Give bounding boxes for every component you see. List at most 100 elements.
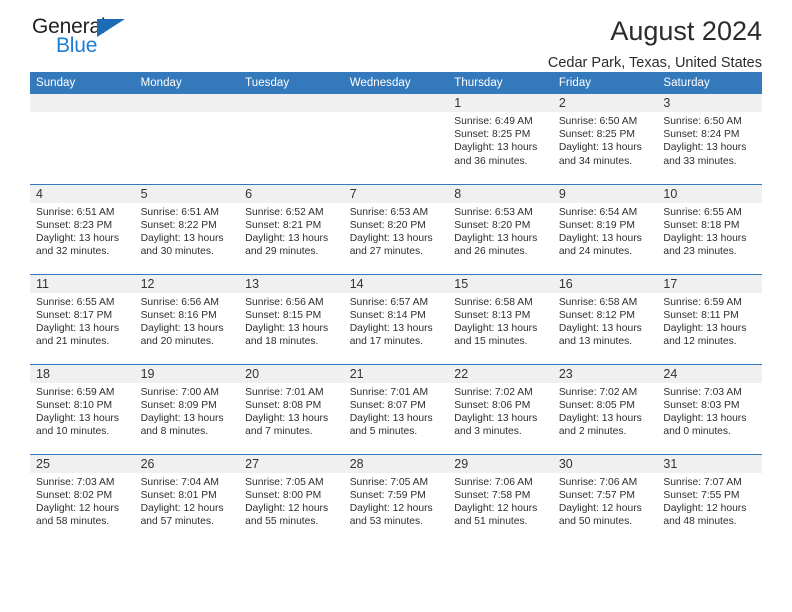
daylight-text-line2: and 7 minutes. <box>245 426 313 438</box>
calendar-day-cell[interactable]: 10 Sunrise: 6:55 AM Sunset: 8:18 PM Dayligh… <box>657 183 762 274</box>
sunset-text: Sunset: 8:05 PM <box>558 399 635 411</box>
generalblue-logo[interactable]: General Blue <box>30 14 140 60</box>
day-number-band: 23 <box>552 364 658 383</box>
daylight-text-line2: and 53 minutes. <box>349 516 423 528</box>
day-number: 3 <box>663 96 671 110</box>
day-cell-body: Sunrise: 6:56 AM Sunset: 8:16 PM Daylight:… <box>135 293 240 349</box>
daylight-text-line2: and 24 minutes. <box>558 246 633 258</box>
calendar-day-cell[interactable]: 22 Sunrise: 7:02 AM Sunset: 8:06 PM Dayligh… <box>448 363 553 454</box>
sunset-text: Sunset: 8:13 PM <box>454 309 531 321</box>
logo-triangle-icon <box>97 19 125 37</box>
calendar-day-cell[interactable]: 5 Sunrise: 6:51 AM Sunset: 8:22 PM Daylight… <box>134 183 240 274</box>
calendar-day-cell[interactable]: 17 Sunrise: 6:59 AM Sunset: 8:11 PM Dayligh… <box>657 273 762 364</box>
sunset-text: Sunset: 8:24 PM <box>663 129 740 141</box>
calendar-week-row: 1 Sunrise: 6:49 AM Sunset: 8:25 PM Daylight… <box>30 94 762 184</box>
sunrise-text: Sunrise: 6:52 AM <box>245 206 324 218</box>
sunrise-text: Sunrise: 6:53 AM <box>349 206 429 218</box>
day-number-band: 26 <box>134 454 240 473</box>
daylight-text-line1: Daylight: 13 hours <box>558 322 642 334</box>
day-number-band: 14 <box>343 274 449 293</box>
page-header: General Blue August 2024 Cedar Park, Tex… <box>30 0 762 72</box>
daylight-text-line2: and 18 minutes. <box>245 336 319 348</box>
calendar-day-cell[interactable]: 6 Sunrise: 6:52 AM Sunset: 8:21 PM Daylight… <box>239 183 344 274</box>
daylight-text-line1: Daylight: 13 hours <box>245 412 329 424</box>
calendar-day-cell[interactable]: 20 Sunrise: 7:01 AM Sunset: 8:08 PM Dayligh… <box>239 363 344 454</box>
day-number-band: 21 <box>343 364 449 383</box>
day-number-band: 3 <box>657 94 762 112</box>
day-number-band: 31 <box>657 454 762 473</box>
sunrise-text: Sunrise: 7:02 AM <box>558 386 638 398</box>
day-number <box>30 94 135 96</box>
day-number-band: 6 <box>239 184 344 203</box>
calendar-day-cell[interactable]: 2 Sunrise: 6:50 AM Sunset: 8:25 PM Daylight… <box>552 94 658 184</box>
sunset-text: Sunset: 7:59 PM <box>349 489 426 501</box>
daylight-text-line1: Daylight: 13 hours <box>454 232 538 244</box>
calendar-day-cell[interactable]: 23 Sunrise: 7:02 AM Sunset: 8:05 PM Dayligh… <box>552 363 658 454</box>
logo-text-blue: Blue <box>56 34 98 57</box>
calendar-day-cell[interactable]: 12 Sunrise: 6:56 AM Sunset: 8:16 PM Dayligh… <box>134 273 240 364</box>
calendar-day-cell[interactable]: 14 Sunrise: 6:57 AM Sunset: 8:14 PM Dayligh… <box>343 273 449 364</box>
calendar-day-cell[interactable]: 11 Sunrise: 6:55 AM Sunset: 8:17 PM Dayligh… <box>30 273 135 364</box>
daylight-text-line1: Daylight: 12 hours <box>140 502 224 514</box>
calendar-week-row: 4 Sunrise: 6:51 AM Sunset: 8:23 PM Daylight… <box>30 183 762 274</box>
daylight-text-line2: and 29 minutes. <box>245 246 319 258</box>
sunset-text: Sunset: 8:02 PM <box>36 489 113 501</box>
day-cell-body: Sunrise: 6:50 AM Sunset: 8:24 PM Daylight:… <box>657 112 762 168</box>
calendar-page: General Blue August 2024 Cedar Park, Tex… <box>0 0 792 612</box>
sunrise-text: Sunrise: 6:51 AM <box>36 206 115 218</box>
daylight-text-line2: and 34 minutes. <box>558 155 633 167</box>
sunset-text: Sunset: 8:20 PM <box>454 219 531 231</box>
day-number: 4 <box>36 186 43 201</box>
calendar-day-cell[interactable]: 4 Sunrise: 6:51 AM Sunset: 8:23 PM Daylight… <box>30 183 135 274</box>
calendar-day-cell[interactable]: 19 Sunrise: 7:00 AM Sunset: 8:09 PM Dayligh… <box>134 363 240 454</box>
sunrise-text: Sunrise: 6:50 AM <box>558 116 638 127</box>
title-block: August 2024 Cedar Park, Texas, United St… <box>548 14 762 72</box>
calendar-day-cell[interactable]: 18 Sunrise: 6:59 AM Sunset: 8:10 PM Dayligh… <box>30 363 135 454</box>
daylight-text-line1: Daylight: 13 hours <box>663 232 747 244</box>
sunset-text: Sunset: 7:58 PM <box>454 489 531 501</box>
sunset-text: Sunset: 8:03 PM <box>663 399 740 411</box>
daylight-text-line1: Daylight: 13 hours <box>558 232 642 244</box>
day-number: 29 <box>454 456 469 471</box>
calendar-week-row: 11 Sunrise: 6:55 AM Sunset: 8:17 PM Dayligh… <box>30 273 762 364</box>
calendar-day-cell[interactable]: 29 Sunrise: 7:06 AM Sunset: 7:58 PM Dayligh… <box>448 453 553 544</box>
calendar-day-cell[interactable]: 13 Sunrise: 6:56 AM Sunset: 8:15 PM Dayligh… <box>239 273 344 364</box>
day-cell-body: Sunrise: 7:07 AM Sunset: 7:55 PM Daylight:… <box>657 473 762 529</box>
sunset-text: Sunset: 8:23 PM <box>36 219 113 231</box>
day-cell-body: Sunrise: 6:57 AM Sunset: 8:14 PM Daylight:… <box>344 293 449 349</box>
sunrise-text: Sunrise: 6:55 AM <box>663 206 742 218</box>
calendar-day-cell[interactable]: 15 Sunrise: 6:58 AM Sunset: 8:13 PM Dayligh… <box>448 273 553 364</box>
calendar-day-cell[interactable]: 21 Sunrise: 7:01 AM Sunset: 8:07 PM Dayligh… <box>343 363 449 454</box>
calendar-day-cell[interactable]: 26 Sunrise: 7:04 AM Sunset: 8:01 PM Dayligh… <box>134 453 240 544</box>
calendar-week-row: 18 Sunrise: 6:59 AM Sunset: 8:10 PM Dayligh… <box>30 363 762 454</box>
sunset-text: Sunset: 8:14 PM <box>349 309 426 321</box>
calendar-day-cell[interactable]: 31 Sunrise: 7:07 AM Sunset: 7:55 PM Dayligh… <box>657 453 762 544</box>
daylight-text-line1: Daylight: 12 hours <box>36 502 119 514</box>
daylight-text-line2: and 20 minutes. <box>140 336 214 348</box>
daylight-text-line2: and 55 minutes. <box>245 516 319 528</box>
calendar-header-row: Sunday Monday Tuesday Wednesday Thursday… <box>30 72 762 94</box>
calendar-day-cell[interactable]: 8 Sunrise: 6:53 AM Sunset: 8:20 PM Daylight… <box>448 183 553 274</box>
day-number: 11 <box>36 276 49 291</box>
day-number-band <box>134 94 240 112</box>
day-number-band: 17 <box>657 274 762 293</box>
calendar-day-cell[interactable]: 27 Sunrise: 7:05 AM Sunset: 8:00 PM Dayligh… <box>239 453 344 544</box>
day-number: 23 <box>558 366 573 381</box>
calendar-day-cell[interactable]: 25 Sunrise: 7:03 AM Sunset: 8:02 PM Dayligh… <box>30 453 135 544</box>
calendar-day-cell[interactable]: 3 Sunrise: 6:50 AM Sunset: 8:24 PM Daylight… <box>657 94 762 184</box>
daylight-text-line2: and 5 minutes. <box>349 426 418 438</box>
calendar-day-cell[interactable]: 9 Sunrise: 6:54 AM Sunset: 8:19 PM Daylight… <box>552 183 658 274</box>
daylight-text-line2: and 2 minutes. <box>558 426 627 438</box>
daylight-text-line2: and 48 minutes. <box>663 516 737 528</box>
calendar-day-cell[interactable]: 28 Sunrise: 7:05 AM Sunset: 7:59 PM Dayligh… <box>343 453 449 544</box>
day-number: 5 <box>140 186 148 201</box>
calendar-day-cell[interactable]: 24 Sunrise: 7:03 AM Sunset: 8:03 PM Dayligh… <box>657 363 762 454</box>
calendar-day-cell[interactable]: 7 Sunrise: 6:53 AM Sunset: 8:20 PM Daylight… <box>343 183 449 274</box>
weekday-header-saturday: Saturday <box>657 72 762 94</box>
day-cell-body: Sunrise: 7:01 AM Sunset: 8:07 PM Daylight:… <box>344 383 449 439</box>
calendar-day-cell[interactable]: 16 Sunrise: 6:58 AM Sunset: 8:12 PM Dayligh… <box>552 273 658 364</box>
daylight-text-line2: and 36 minutes. <box>454 155 528 167</box>
calendar-day-cell[interactable]: 30 Sunrise: 7:06 AM Sunset: 7:57 PM Dayligh… <box>552 453 658 544</box>
calendar-day-cell[interactable]: 1 Sunrise: 6:49 AM Sunset: 8:25 PM Daylight… <box>448 94 553 184</box>
daylight-text-line1: Daylight: 12 hours <box>245 502 329 514</box>
